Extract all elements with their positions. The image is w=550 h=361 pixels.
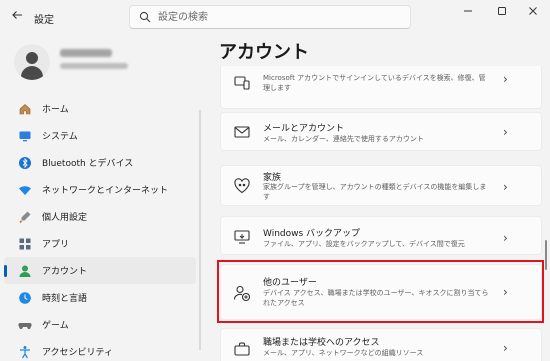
work-school-icon: [234, 342, 250, 356]
sidebar-item-system[interactable]: システム: [0, 122, 200, 149]
card-mail-accounts[interactable]: メールとアカウント メール、カレンダー、連絡先で使用するアカウント ›: [220, 112, 542, 151]
card-title: メールとアカウント: [263, 124, 345, 134]
time-language-icon: [19, 291, 31, 304]
search-icon: [139, 11, 151, 23]
sidebar-item-label: システム: [42, 132, 78, 142]
search-box[interactable]: [129, 5, 411, 29]
card-description: ファイル、アプリ、設定をバックアップして、デバイス間で復元: [263, 240, 465, 248]
sidebar-item-label: ホーム: [42, 105, 69, 115]
card-windows-backup[interactable]: Windows バックアップ ファイル、アプリ、設定をバックアップして、デバイス…: [220, 216, 542, 255]
sidebar-item-label: アカウント: [42, 267, 88, 277]
sidebar-item-label: 個人用設定: [42, 213, 88, 223]
card-description: メール、カレンダー、連絡先で使用するアカウント: [263, 135, 424, 143]
title-bar: 設定: [0, 0, 550, 36]
card-title: Windows バックアップ: [263, 229, 361, 239]
sidebar-item-accessibility[interactable]: アクセシビリティ: [0, 338, 200, 361]
backup-icon: [234, 230, 250, 244]
sidebar-nav: ホーム システム Bluetooth とデバイス ネットワークとインターネット …: [0, 95, 200, 361]
back-button[interactable]: [8, 9, 26, 27]
sidebar-item-bluetooth[interactable]: Bluetooth とデバイス: [0, 149, 200, 176]
apps-icon: [19, 238, 31, 249]
sidebar-item-label: 時刻と言語: [42, 294, 88, 304]
family-icon: [234, 178, 250, 194]
gaming-icon: [18, 322, 32, 329]
sidebar-item-apps[interactable]: アプリ: [0, 230, 200, 257]
card-work-school[interactable]: 職場または学校へのアクセス メール、アプリ、ネットワークなどの組織リソース ›: [220, 328, 542, 361]
chevron-right-icon: ›: [503, 231, 508, 245]
close-icon: [529, 7, 537, 15]
home-icon: [19, 103, 31, 114]
chevron-right-icon: ›: [503, 180, 508, 194]
sidebar-item-label: アクセシビリティ: [42, 348, 114, 358]
minimize-icon: [464, 10, 472, 12]
content-scrollbar[interactable]: [545, 240, 547, 270]
avatar-body-icon: [21, 66, 43, 80]
sidebar-item-personalization[interactable]: 個人用設定: [0, 203, 200, 230]
card-family[interactable]: 家族 家族グループを管理し、アカウントの種類とデバイスの機能を編集します ›: [220, 165, 542, 206]
card-title: 職場または学校へのアクセス: [263, 338, 380, 348]
accessibility-icon: [20, 345, 30, 358]
page-title: アカウント: [219, 42, 309, 63]
sidebar-item-label: Bluetooth とデバイス: [42, 159, 134, 169]
sidebar-scrollbar[interactable]: [199, 110, 201, 350]
maximize-button[interactable]: [487, 4, 517, 22]
chevron-right-icon: ›: [503, 72, 508, 86]
sidebar-item-home[interactable]: ホーム: [0, 95, 200, 122]
card-description: Microsoft アカウントでサインインしているデバイスを検索、修復、管理しま…: [263, 74, 486, 92]
sidebar-item-label: アプリ: [42, 240, 70, 250]
search-input[interactable]: [158, 9, 398, 25]
app-title: 設定: [34, 15, 54, 26]
profile-email-redacted: [60, 63, 128, 69]
sidebar-item-label: ゲーム: [42, 321, 69, 331]
sidebar-item-time-language[interactable]: 時刻と言語: [0, 284, 200, 311]
personalization-icon: [19, 211, 31, 223]
sidebar-item-account[interactable]: アカウント: [4, 257, 196, 284]
chevron-right-icon: ›: [503, 125, 508, 139]
highlight-annotation: [217, 260, 544, 323]
sidebar-item-label: ネットワークとインターネット: [42, 186, 169, 196]
bluetooth-icon: [19, 156, 31, 169]
network-icon: [19, 185, 31, 195]
system-icon: [19, 131, 31, 141]
sidebar-item-network[interactable]: ネットワークとインターネット: [0, 176, 200, 203]
minimize-button[interactable]: [453, 4, 483, 22]
card-description: 家族グループを管理し、アカウントの種類とデバイスの機能を編集します: [263, 183, 487, 201]
account-icon: [19, 265, 31, 277]
mail-icon: [234, 126, 250, 138]
card-devices[interactable]: Microsoft アカウントでサインインしているデバイスを検索、修復、管理しま…: [220, 66, 542, 109]
back-arrow-icon: [12, 11, 22, 19]
avatar-head-icon: [26, 52, 38, 64]
profile-name-redacted: [60, 49, 112, 57]
maximize-icon: [498, 7, 506, 15]
devices-icon: [234, 76, 250, 90]
avatar: [14, 44, 50, 80]
close-button[interactable]: [518, 4, 548, 22]
sidebar-item-gaming[interactable]: ゲーム: [0, 311, 200, 338]
chevron-right-icon: ›: [503, 341, 508, 355]
card-description: メール、アプリ、ネットワークなどの組織リソース: [263, 349, 424, 357]
